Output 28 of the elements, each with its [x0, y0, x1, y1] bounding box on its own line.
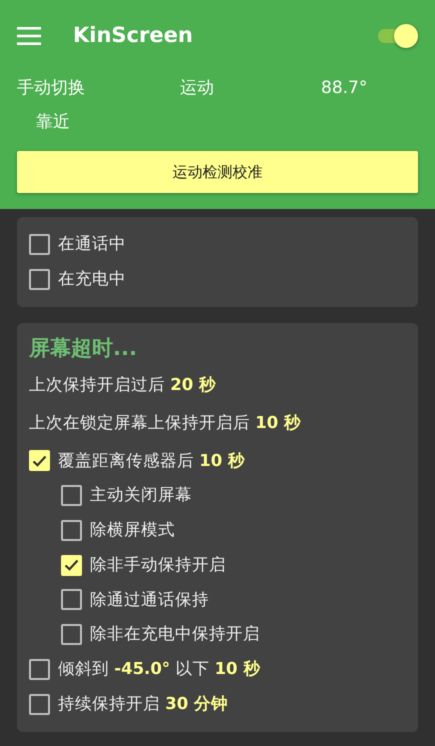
app-title: KinScreen — [73, 22, 193, 50]
angle-reading: 88.7° — [321, 77, 368, 100]
checkbox-label: 除非手动保持开启 — [90, 554, 226, 576]
checkbox-label: 倾斜到 -45.0° 以下 10 秒 — [58, 658, 260, 680]
checkbox-label: 覆盖距离传感器后 10 秒 — [58, 450, 245, 472]
checkbox-label: 除通过通话保持 — [90, 588, 209, 610]
menu-icon[interactable] — [17, 27, 41, 45]
checkbox[interactable] — [61, 485, 82, 506]
checkbox[interactable] — [29, 694, 50, 715]
checkbox[interactable] — [29, 658, 50, 680]
checkbox-label: 除非在充电中保持开启 — [90, 623, 260, 646]
checkbox[interactable] — [29, 268, 50, 290]
motion-label: 运动 — [180, 77, 215, 100]
card-title: 屏幕超时... — [29, 334, 138, 362]
checkbox-label: 持续保持开启 30 分钟 — [58, 692, 228, 715]
mode-label: 手动切换 — [17, 77, 86, 100]
checkbox[interactable] — [29, 234, 50, 255]
calibrate-button[interactable]: 运动检测校准 — [17, 151, 418, 193]
checkbox-label: 主动关闭屏幕 — [90, 484, 192, 506]
setting-text: 上次保持开启过后 20 秒 — [29, 374, 216, 396]
checkbox-label: 在通话中 — [58, 233, 126, 255]
checkbox[interactable] — [61, 589, 82, 610]
checkbox[interactable] — [61, 624, 82, 646]
setting-text: 上次在锁定屏幕上保持开启后 10 秒 — [29, 412, 301, 434]
proximity-label: 靠近 — [36, 112, 70, 132]
checkbox-label: 除横屏模式 — [90, 519, 175, 541]
checkbox[interactable] — [61, 520, 82, 541]
checkbox-label: 在充电中 — [58, 268, 126, 290]
